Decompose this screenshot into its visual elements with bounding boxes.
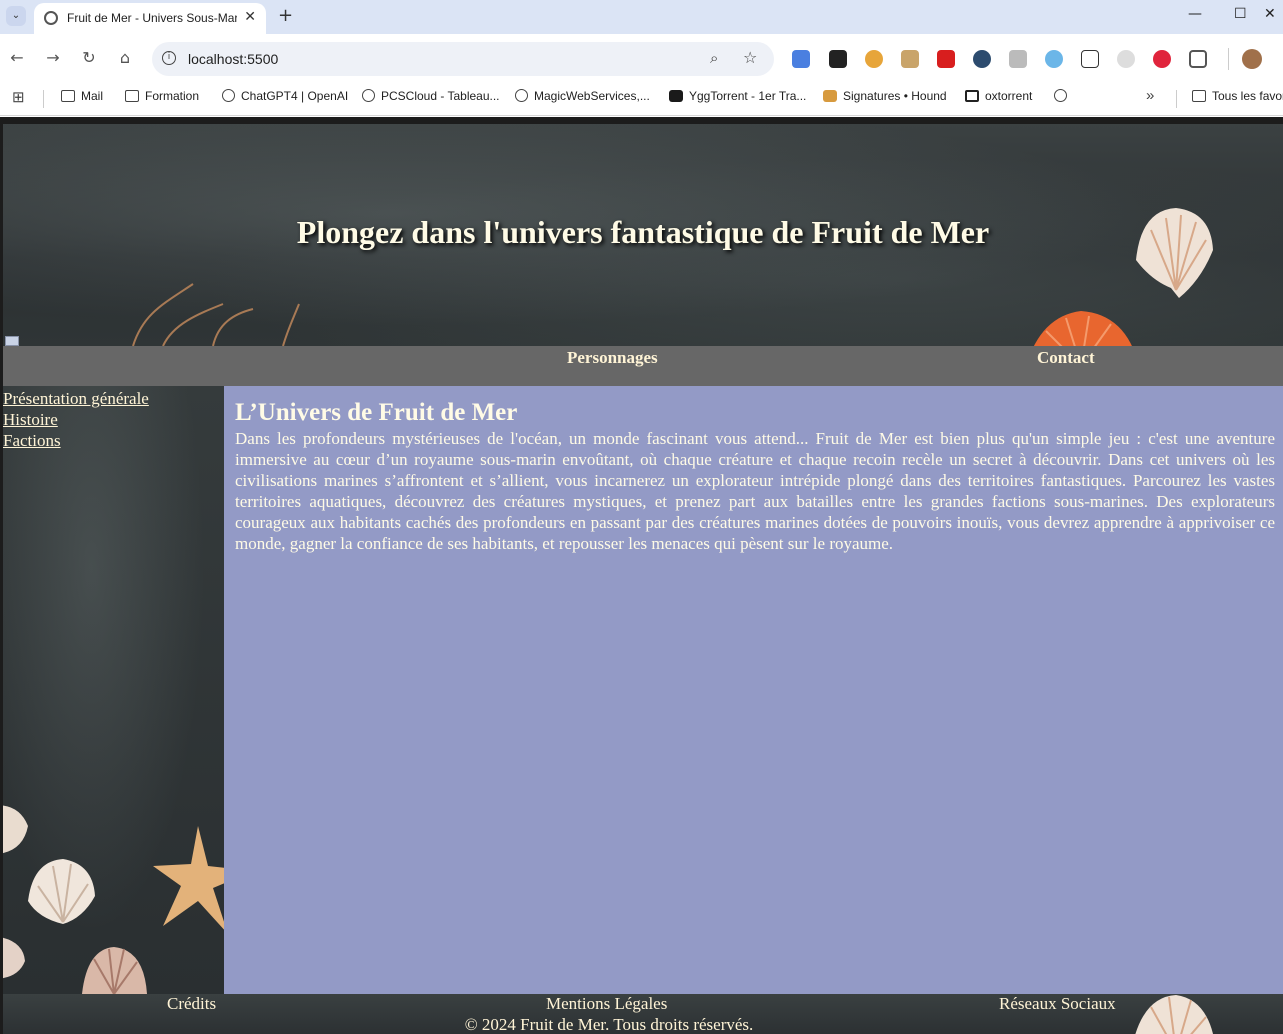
bookmarks-divider (43, 90, 44, 108)
extension-icon[interactable] (1117, 50, 1135, 68)
forward-button[interactable]: → (43, 48, 63, 67)
coral-twig-decoration (132, 283, 300, 346)
folder-icon (1192, 90, 1206, 102)
oxtorrent-icon (965, 90, 979, 102)
extension-icon[interactable] (1009, 50, 1027, 68)
nav-link-personnages[interactable]: Personnages (567, 348, 658, 368)
bookmark-item[interactable]: MagicWebServices,... (515, 89, 650, 103)
tab-title: Fruit de Mer - Univers Sous-Marin (67, 11, 237, 25)
bookmark-star-icon[interactable]: ☆ (743, 48, 757, 67)
extension-icon[interactable] (1081, 50, 1099, 68)
folder-icon (61, 90, 75, 102)
shell-decoration (3, 937, 25, 979)
nav-link-contact[interactable]: Contact (1037, 348, 1095, 368)
adblock-extension-icon[interactable] (1153, 50, 1171, 68)
close-window-button[interactable]: ✕ (1264, 6, 1276, 22)
ygg-icon (669, 90, 683, 102)
new-tab-button[interactable]: + (278, 5, 293, 26)
bookmark-item[interactable]: YggTorrent - 1er Tra... (669, 89, 806, 103)
zoom-icon[interactable]: ⌕ (710, 49, 718, 67)
page-title: Plongez dans l'univers fantastique de Fr… (296, 214, 990, 250)
folder-icon (125, 90, 139, 102)
cloud-extension-icon[interactable] (1045, 50, 1063, 68)
hound-icon (823, 90, 837, 102)
sidebar-menu: Présentation générale Histoire Factions (3, 388, 149, 451)
web-page: Plongez dans l'univers fantastique de Fr… (0, 117, 1283, 1034)
profile-avatar[interactable] (1242, 49, 1262, 69)
url-text[interactable]: localhost:5500 (188, 51, 278, 67)
tab-search-button[interactable]: ⌄ (6, 6, 26, 26)
apps-grid-icon[interactable]: ⊞ (12, 88, 25, 106)
all-bookmarks-folder[interactable]: Tous les favoris (1192, 89, 1283, 103)
copyright-text: © 2024 Fruit de Mer. Tous droits réservé… (464, 1015, 754, 1034)
footer-link-credits[interactable]: Crédits (167, 994, 216, 1014)
sidebar-link-factions[interactable]: Factions (3, 430, 149, 451)
starfish-decoration (153, 826, 224, 930)
bookmark-item[interactable]: ChatGPT4 | OpenAI (222, 89, 348, 103)
sidebar-item: Factions (3, 430, 149, 451)
puzzle-icon[interactable] (1189, 50, 1207, 68)
page-footer: Crédits Mentions Légales Réseaux Sociaux… (3, 994, 1283, 1034)
site-info-icon[interactable]: i (162, 51, 176, 65)
extension-icon[interactable] (829, 50, 847, 68)
main-content: L’Univers de Fruit de Mer Dans les profo… (224, 386, 1283, 994)
home-button[interactable]: ⌂ (115, 48, 135, 67)
browser-toolbar: ← → ↻ ⌂ i localhost:5500 ⌕ ☆ (0, 34, 1283, 82)
translate-extension-icon[interactable] (792, 50, 810, 68)
globe-icon (515, 89, 528, 102)
bookmarks-divider (1176, 90, 1177, 108)
intro-paragraph: Dans les profondeurs mystérieuses de l'o… (235, 429, 1275, 553)
openai-icon (222, 89, 235, 102)
bookmark-item[interactable]: Signatures • Hound (823, 89, 947, 103)
extension-icon[interactable] (901, 50, 919, 68)
browser-tab[interactable]: Fruit de Mer - Univers Sous-Marin ✕ (34, 3, 266, 34)
bookmark-item[interactable]: Formation (125, 89, 199, 103)
back-button[interactable]: ← (7, 48, 27, 67)
maximize-button[interactable]: ☐ (1234, 6, 1247, 22)
bookmark-item[interactable] (1054, 89, 1073, 103)
extension-icon[interactable] (973, 50, 991, 68)
bookmarks-bar: ⊞ Mail Formation ChatGPT4 | OpenAI PCSCl… (0, 82, 1283, 116)
globe-icon (362, 89, 375, 102)
bookmark-item[interactable]: PCSCloud - Tableau... (362, 89, 500, 103)
top-navigation: Personnages Contact (3, 346, 1283, 386)
footer-link-legal[interactable]: Mentions Légales (546, 994, 667, 1014)
broken-image-icon (5, 336, 19, 346)
toolbar-divider (1228, 48, 1229, 70)
section-heading: L’Univers de Fruit de Mer (235, 399, 518, 426)
pdf-extension-icon[interactable] (937, 50, 955, 68)
bookmark-item[interactable]: oxtorrent (965, 89, 1032, 103)
minimize-button[interactable]: — (1188, 6, 1202, 22)
sidebar-item: Histoire (3, 409, 149, 430)
scallop-shell-decoration (82, 947, 147, 994)
page-header: Plongez dans l'univers fantastique de Fr… (3, 124, 1283, 366)
browser-tab-strip: ⌄ Fruit de Mer - Univers Sous-Marin ✕ + … (0, 0, 1283, 34)
address-bar[interactable]: i localhost:5500 ⌕ ☆ (152, 42, 774, 76)
sidebar-item: Présentation générale (3, 388, 149, 409)
sidebar-link-presentation[interactable]: Présentation générale (3, 388, 149, 409)
globe-icon (44, 11, 58, 25)
bookmark-item[interactable]: Mail (61, 89, 103, 103)
extension-icon[interactable] (865, 50, 883, 68)
globe-icon (1054, 89, 1067, 102)
scallop-shell-decoration (28, 859, 95, 924)
footer-link-social[interactable]: Réseaux Sociaux (999, 994, 1116, 1014)
close-tab-icon[interactable]: ✕ (244, 9, 256, 25)
shell-decoration (3, 805, 28, 854)
sidebar: Présentation générale Histoire Factions (3, 386, 224, 994)
more-bookmarks-icon[interactable]: » (1146, 87, 1154, 104)
reload-button[interactable]: ↻ (79, 48, 99, 67)
sidebar-link-histoire[interactable]: Histoire (3, 409, 149, 430)
